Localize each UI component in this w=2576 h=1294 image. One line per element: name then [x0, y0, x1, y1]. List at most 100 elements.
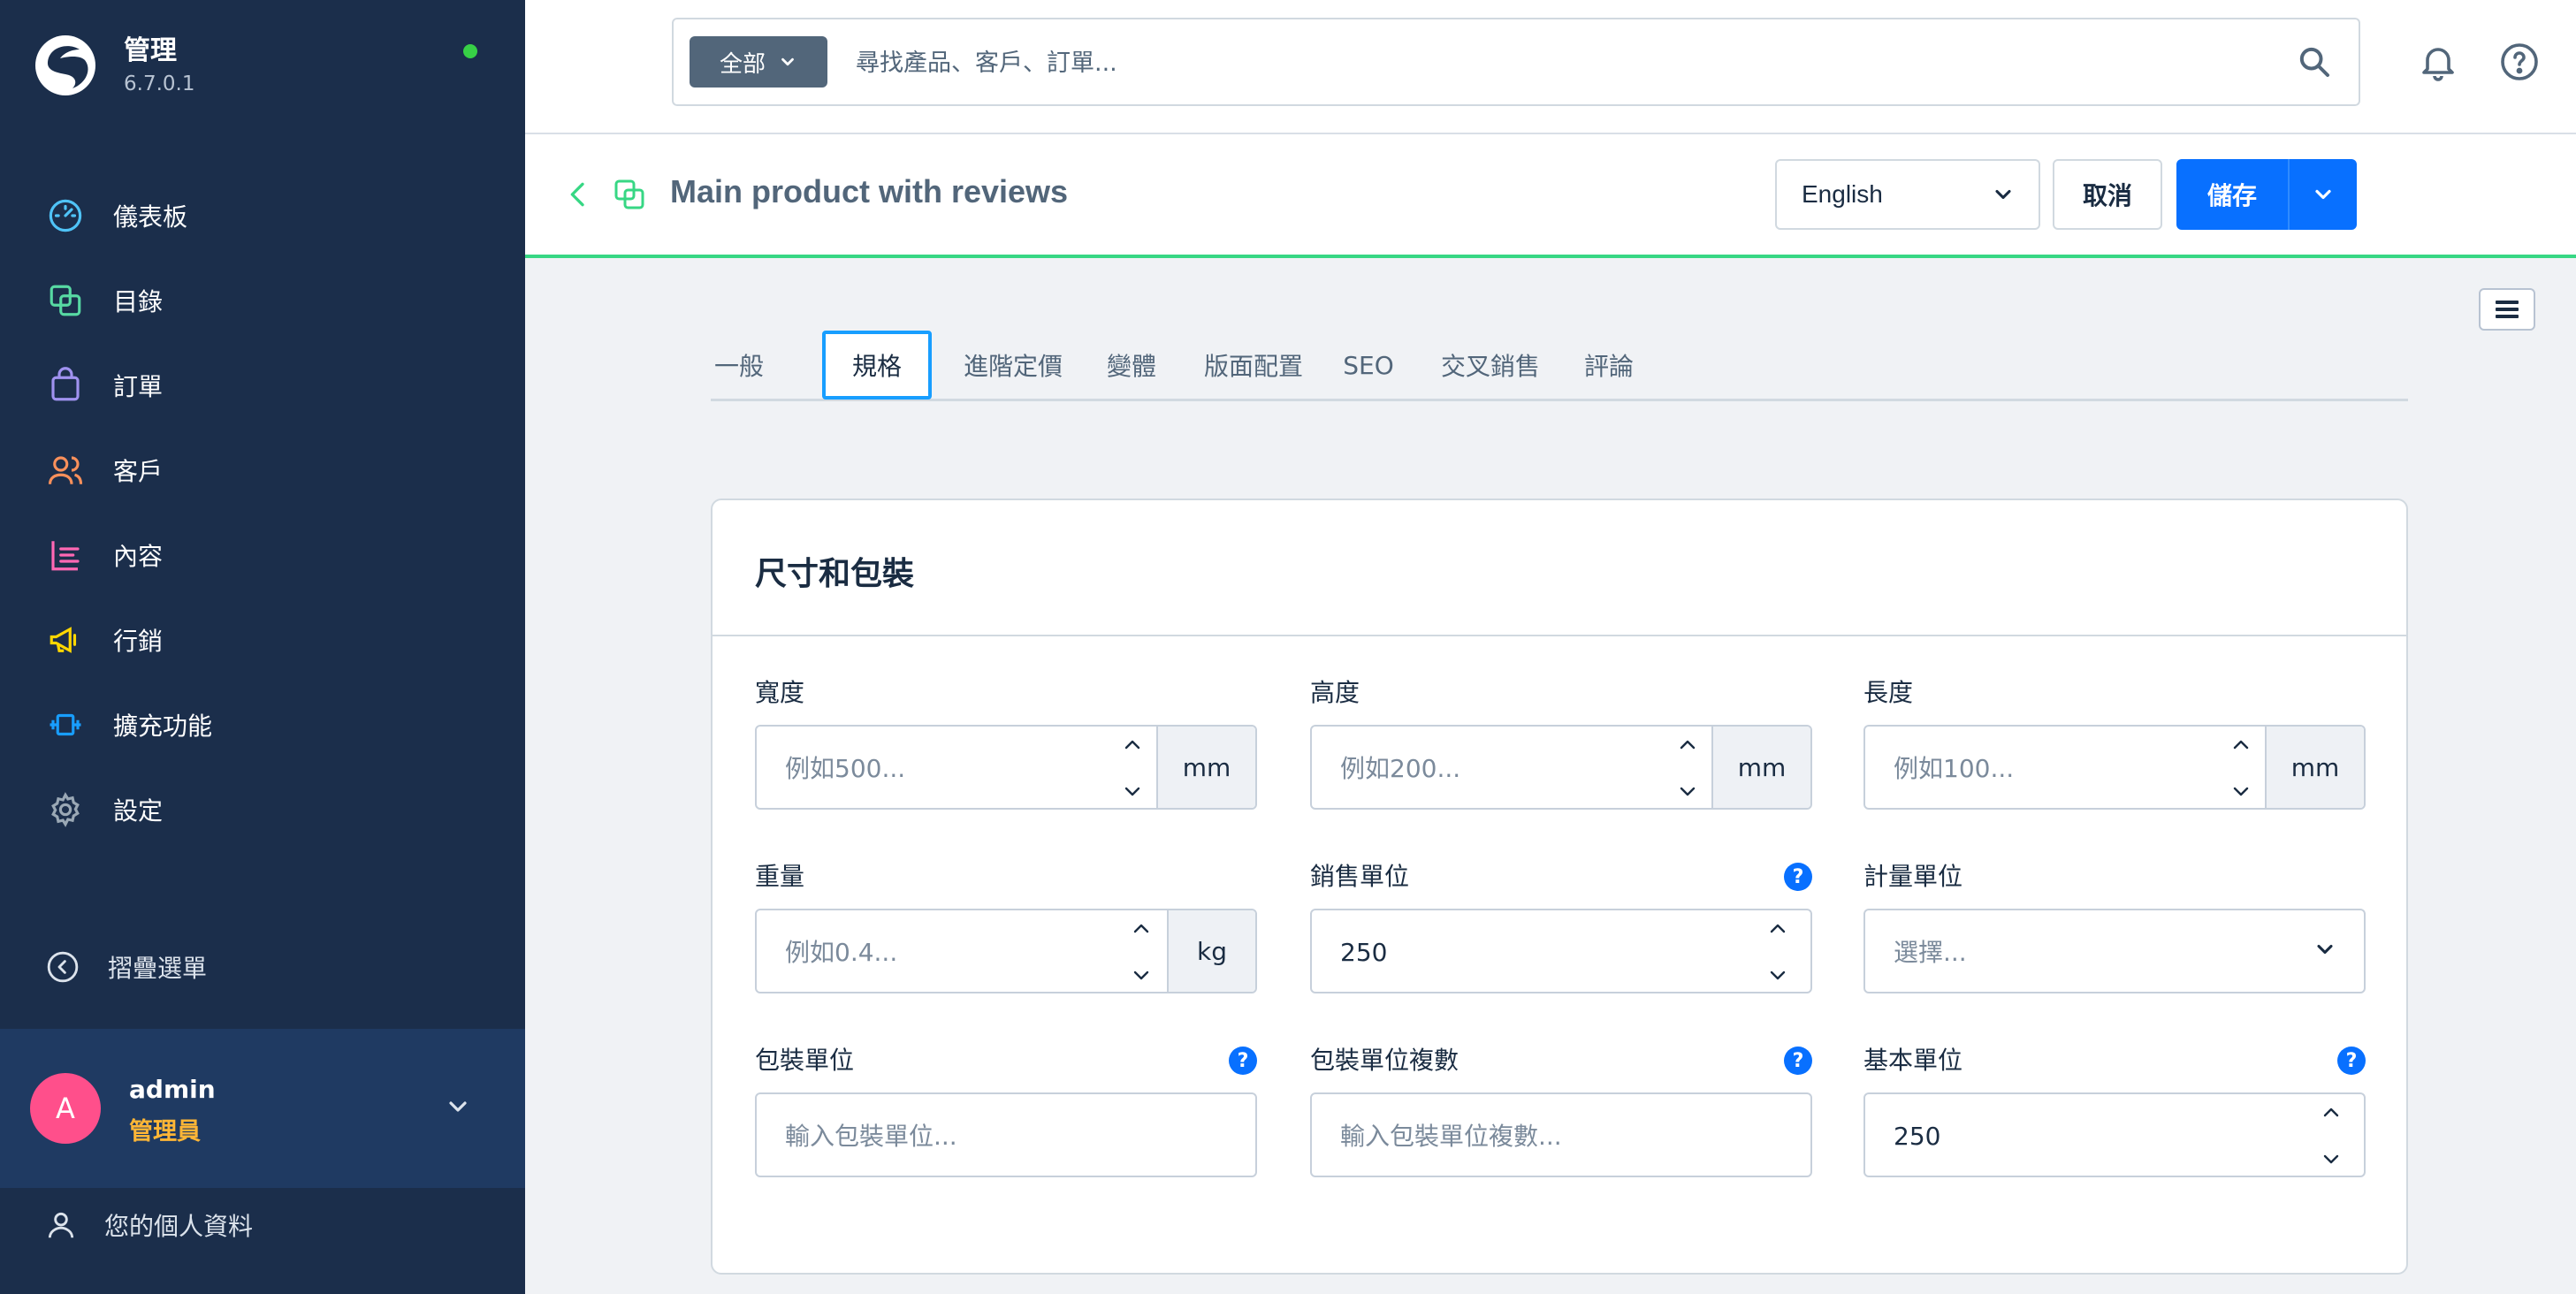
chevron-up-icon[interactable]	[2321, 1103, 2342, 1121]
width-field: 寬度 mm	[755, 677, 1257, 810]
tab-advanced-pricing[interactable]: 進階定價	[960, 331, 1066, 400]
tab-reviews[interactable]: 評論	[1577, 331, 1641, 400]
profile-link[interactable]: 您的個人資料	[44, 1207, 253, 1243]
sidebar-item-label: 客戶	[113, 457, 164, 486]
cancel-button[interactable]: 取消	[2053, 159, 2162, 230]
height-input-group: mm	[1310, 725, 1812, 810]
chevron-up-icon[interactable]	[1131, 919, 1152, 937]
length-input[interactable]	[1894, 748, 2229, 788]
weight-stepper[interactable]	[1126, 919, 1156, 985]
reference-unit-input-group	[1863, 1092, 2366, 1177]
help-icon[interactable]: ?	[1784, 863, 1812, 891]
chevron-down-icon[interactable]	[1122, 783, 1143, 801]
sidebar-item-customers[interactable]: 客戶	[0, 428, 525, 513]
help-icon[interactable]: ?	[2337, 1047, 2366, 1075]
sidebar-item-content[interactable]: 內容	[0, 513, 525, 598]
sidebar-item-settings[interactable]: 設定	[0, 767, 525, 852]
pack-unit-plural-label: 包裝單位複數	[1310, 1046, 1459, 1075]
search-icon[interactable]	[2297, 44, 2332, 80]
main-nav: 儀表板 目錄 訂單 客戶 內容 行銷 擴充功能 設定	[0, 173, 525, 852]
chevron-down-icon[interactable]	[2321, 1151, 2342, 1168]
sidebar-item-label: 內容	[113, 542, 164, 571]
measure-unit-input[interactable]	[1894, 932, 2229, 972]
search-scope-dropdown[interactable]: 全部	[690, 36, 827, 88]
sidebar-item-label: 行銷	[113, 627, 164, 656]
weight-input[interactable]	[785, 932, 1121, 972]
width-label: 寬度	[755, 678, 805, 707]
save-options-button[interactable]	[2288, 159, 2357, 230]
chevron-up-icon[interactable]	[1677, 735, 1698, 753]
app-version: 6.7.0.1	[124, 72, 195, 95]
help-icon[interactable]	[2498, 41, 2541, 83]
copy-icon[interactable]	[612, 177, 647, 212]
chevron-down-icon[interactable]	[2230, 783, 2252, 801]
chevron-down-icon[interactable]	[1131, 967, 1152, 985]
help-icon[interactable]: ?	[1229, 1047, 1257, 1075]
sales-unit-field: 銷售單位 ?	[1310, 861, 1812, 993]
height-field: 高度 mm	[1310, 677, 1812, 810]
width-unit: mm	[1156, 727, 1255, 808]
avatar: A	[30, 1073, 101, 1144]
width-input-group: mm	[755, 725, 1257, 810]
language-label: English	[1802, 180, 1883, 208]
user-menu[interactable]: A admin 管理員	[0, 1029, 525, 1188]
collapse-menu-button[interactable]: 摺疊選單	[46, 949, 207, 985]
sidebar: 管理 6.7.0.1 儀表板 目錄 訂單 客戶 內容 行銷 擴充功能 設定 摺疊…	[0, 0, 525, 1294]
search-input[interactable]	[856, 37, 2235, 88]
catalog-icon	[46, 281, 85, 320]
collapse-menu-label: 摺疊選單	[108, 954, 208, 983]
length-label: 長度	[1863, 678, 1914, 707]
tab-specifications[interactable]: 規格	[822, 331, 932, 400]
weight-field: 重量 kg	[755, 861, 1257, 993]
weight-unit: kg	[1167, 910, 1255, 992]
weight-label: 重量	[755, 862, 805, 891]
chevron-down-icon[interactable]	[444, 1092, 472, 1121]
sidebar-item-catalog[interactable]: 目錄	[0, 258, 525, 343]
sidebar-toggle-button[interactable]	[2479, 288, 2535, 331]
tab-layout[interactable]: 版面配置	[1199, 331, 1308, 400]
weight-input-group: kg	[755, 909, 1257, 993]
chevron-down-icon[interactable]	[1677, 783, 1698, 801]
tab-variants[interactable]: 變體	[1100, 331, 1163, 400]
user-name: admin	[129, 1075, 216, 1104]
sales-unit-input-group	[1310, 909, 1812, 993]
chevron-left-icon[interactable]	[560, 177, 596, 212]
sidebar-item-label: 擴充功能	[113, 712, 213, 741]
pack-unit-plural-input[interactable]	[1340, 1115, 1782, 1156]
sidebar-item-dashboard[interactable]: 儀表板	[0, 173, 525, 258]
height-input[interactable]	[1340, 748, 1676, 788]
chevron-down-icon[interactable]	[1767, 967, 1788, 985]
sales-unit-stepper[interactable]	[1763, 919, 1793, 985]
reference-unit-stepper[interactable]	[2316, 1103, 2346, 1168]
save-button[interactable]: 儲存	[2176, 159, 2288, 230]
brand[interactable]: 管理 6.7.0.1	[34, 34, 194, 97]
sidebar-item-extensions[interactable]: 擴充功能	[0, 682, 525, 767]
length-stepper[interactable]	[2226, 735, 2256, 801]
pack-unit-plural-input-group	[1310, 1092, 1812, 1177]
tab-cross-selling[interactable]: 交叉銷售	[1436, 331, 1545, 400]
width-input[interactable]	[785, 748, 1121, 788]
global-search: 全部	[672, 18, 2360, 106]
chevron-up-icon[interactable]	[1767, 919, 1788, 937]
gear-icon	[46, 790, 85, 829]
bell-icon[interactable]	[2417, 41, 2459, 83]
chevron-up-icon[interactable]	[2230, 735, 2252, 753]
app-name: 管理	[124, 35, 177, 66]
help-icon[interactable]: ?	[1784, 1047, 1812, 1075]
sidebar-item-marketing[interactable]: 行銷	[0, 598, 525, 682]
measure-unit-select[interactable]	[1863, 909, 2366, 993]
tab-general[interactable]: 一般	[711, 331, 767, 400]
length-unit: mm	[2265, 727, 2364, 808]
width-stepper[interactable]	[1117, 735, 1147, 801]
tab-seo[interactable]: SEO	[1337, 331, 1400, 400]
sidebar-item-orders[interactable]: 訂單	[0, 343, 525, 428]
measures-packaging-card: 尺寸和包裝 寬度 mm 高度 mm 長度	[711, 499, 2408, 1275]
chevron-down-icon	[781, 57, 794, 66]
reference-unit-input[interactable]	[1894, 1115, 2229, 1156]
chevron-up-icon[interactable]	[1122, 735, 1143, 753]
height-stepper[interactable]	[1673, 735, 1703, 801]
pack-unit-label: 包裝單位	[755, 1046, 855, 1075]
pack-unit-input[interactable]	[785, 1115, 1227, 1156]
sales-unit-input[interactable]	[1340, 932, 1676, 972]
language-switch[interactable]: English	[1775, 159, 2040, 230]
